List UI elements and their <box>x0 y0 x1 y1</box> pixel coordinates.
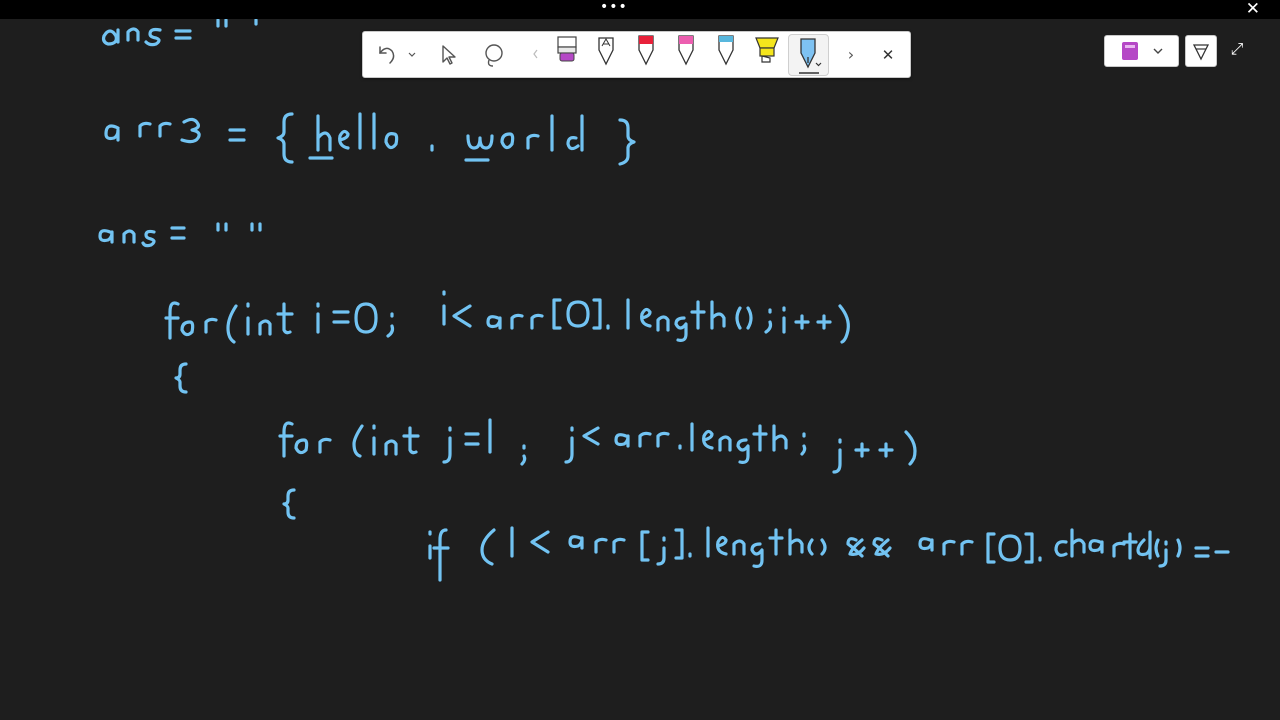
ink-line-ans <box>98 222 262 248</box>
yellow-highlighter-icon[interactable] <box>755 37 779 63</box>
outline-pen-icon[interactable] <box>598 37 614 66</box>
window-menu-icon[interactable]: ••• <box>600 0 628 14</box>
ink-line-if <box>428 526 1230 582</box>
scroll-right-icon[interactable]: › <box>841 32 861 77</box>
pink-pen-icon[interactable] <box>678 35 694 66</box>
undo-dropdown-icon[interactable] <box>408 52 416 57</box>
notebook-button[interactable] <box>1104 35 1179 67</box>
window-close-icon[interactable]: ✕ <box>1246 0 1260 19</box>
blue-pen-active-button[interactable] <box>788 34 829 76</box>
pen-tray-icon <box>1192 44 1210 61</box>
ink-line-inner-for <box>278 418 917 474</box>
red-pen-icon[interactable] <box>638 35 654 66</box>
expand-icon[interactable]: ⤢ <box>1227 38 1247 60</box>
toolbar-close-icon[interactable]: ✕ <box>877 32 899 77</box>
undo-icon[interactable] <box>379 46 395 64</box>
lasso-icon[interactable] <box>485 44 503 67</box>
ink-line-open-brace-2 <box>282 488 296 520</box>
ink-toolbar: › ✕ <box>362 31 911 78</box>
ink-canvas[interactable] <box>0 19 1280 720</box>
ink-line-outer-for <box>164 290 850 344</box>
notebook-icon <box>1122 42 1163 60</box>
ink-line-ans-top <box>101 19 258 47</box>
select-cursor-icon[interactable] <box>442 45 456 65</box>
pen-settings-button[interactable] <box>1185 35 1217 67</box>
blue-pen-icon <box>799 38 822 74</box>
cyan-pen-icon[interactable] <box>718 35 734 66</box>
ink-line-arr3 <box>104 112 636 166</box>
scroll-left-icon[interactable] <box>533 49 538 59</box>
handwritten-notes <box>98 19 1230 582</box>
window-titlebar: ••• ✕ <box>0 0 1280 19</box>
purple-pen-icon[interactable] <box>557 36 577 62</box>
ink-line-open-brace-1 <box>174 362 188 394</box>
